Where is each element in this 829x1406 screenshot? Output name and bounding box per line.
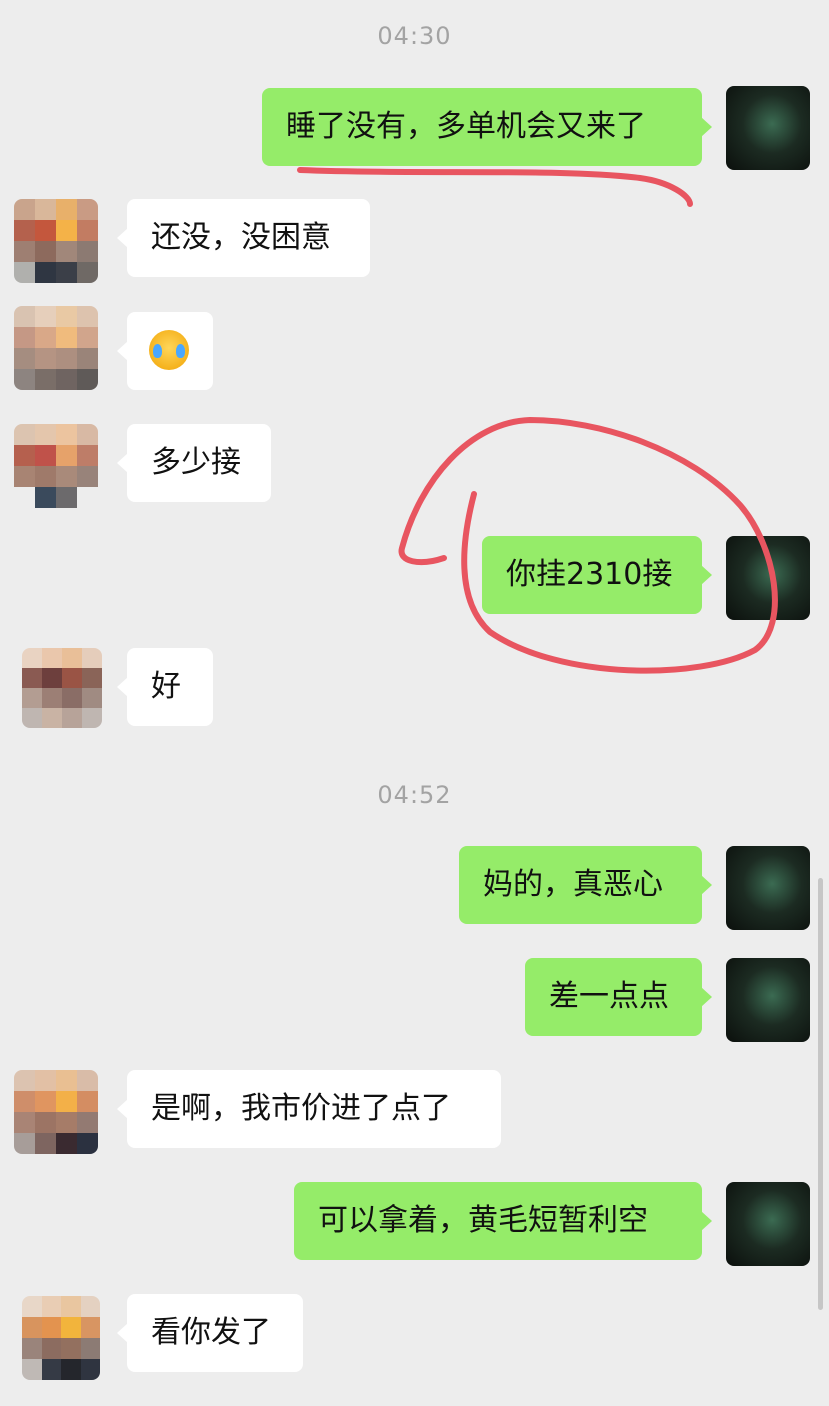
chat-bubble-outgoing[interactable]: 妈的，真恶心 <box>459 846 712 924</box>
joker-avatar-icon[interactable] <box>726 958 810 1042</box>
timestamp: 04:52 <box>377 781 452 809</box>
chat-bubble-incoming[interactable] <box>117 312 213 390</box>
chat-bubble-outgoing[interactable]: 睡了没有，多单机会又来了 <box>262 88 712 166</box>
message-text: 可以拿着，黄毛短暂利空 <box>318 1203 648 1238</box>
pixelated-avatar-icon[interactable] <box>14 199 98 283</box>
scrollbar[interactable] <box>818 878 823 1310</box>
message-text: 还没，没困意 <box>151 220 331 255</box>
chat-bubble-incoming[interactable]: 好 <box>117 648 213 726</box>
chat-bubble-incoming[interactable]: 看你发了 <box>117 1294 303 1372</box>
message-text: 妈的，真恶心 <box>483 867 663 902</box>
crying-laughing-emoji-icon <box>149 329 189 370</box>
message-text: 是啊，我市价进了点了 <box>151 1091 451 1126</box>
chat-bubble-outgoing[interactable]: 可以拿着，黄毛短暂利空 <box>294 1182 712 1260</box>
message-text: 你挂2310接 <box>506 557 673 592</box>
timestamp: 04:30 <box>377 22 452 50</box>
pixelated-avatar-icon[interactable] <box>14 1070 98 1154</box>
chat-bubble-outgoing[interactable]: 你挂2310接 <box>482 536 712 614</box>
chat-bubble-outgoing[interactable]: 差一点点 <box>525 958 712 1036</box>
pixelated-avatar-icon[interactable] <box>14 306 98 390</box>
joker-avatar-icon[interactable] <box>726 86 810 170</box>
joker-avatar-icon[interactable] <box>726 846 810 930</box>
pixelated-avatar-icon[interactable] <box>14 424 98 508</box>
pixelated-avatar-icon[interactable] <box>22 1296 100 1380</box>
message-text: 看你发了 <box>151 1315 271 1350</box>
chat-bubble-incoming[interactable]: 多少接 <box>117 424 271 502</box>
message-text: 差一点点 <box>549 979 669 1014</box>
message-text: 好 <box>151 669 181 704</box>
joker-avatar-icon[interactable] <box>726 1182 810 1266</box>
chat-bubble-incoming[interactable]: 是啊，我市价进了点了 <box>117 1070 501 1148</box>
message-text: 睡了没有，多单机会又来了 <box>286 109 646 144</box>
joker-avatar-icon[interactable] <box>726 536 810 620</box>
chat-bubble-incoming[interactable]: 还没，没困意 <box>117 199 370 277</box>
pixelated-avatar-icon[interactable] <box>22 648 102 728</box>
message-text: 多少接 <box>151 445 241 480</box>
